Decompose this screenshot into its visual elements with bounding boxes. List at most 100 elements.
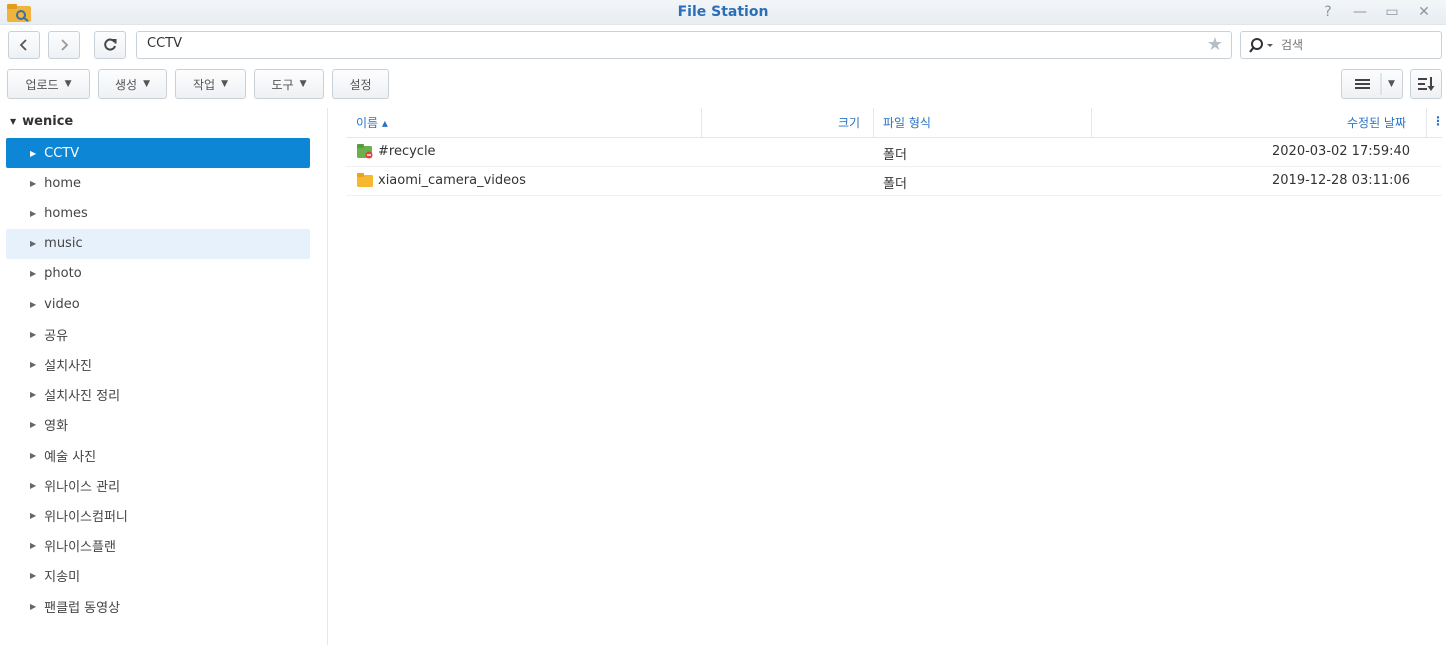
sidebar-item-label: 설치사진 정리 bbox=[44, 389, 121, 405]
sidebar-item-label: 설치사진 bbox=[44, 358, 92, 374]
file-name: #recycle bbox=[378, 144, 436, 159]
minimize-button[interactable]: — bbox=[1348, 2, 1372, 22]
sidebar-item-label: 팬클럽 동영상 bbox=[44, 600, 121, 616]
sort-icon bbox=[1418, 77, 1435, 91]
sidebar-item[interactable]: ▶ CCTV bbox=[6, 138, 310, 168]
caret-down-icon: ▼ bbox=[221, 79, 228, 89]
expand-arrow-icon[interactable]: ▶ bbox=[30, 360, 36, 369]
expand-arrow-icon[interactable]: ▶ bbox=[30, 420, 36, 429]
file-modified: 2020-03-02 17:59:40 bbox=[1272, 144, 1411, 159]
sidebar-item-label: homes bbox=[44, 205, 88, 221]
file-row[interactable]: #recycle 폴더 2020-03-02 17:59:40 bbox=[346, 138, 1442, 167]
sidebar-item[interactable]: ▶ 영화 bbox=[6, 410, 310, 440]
chevron-left-icon bbox=[19, 39, 27, 51]
sidebar-item-label: 위나이스 관리 bbox=[44, 479, 121, 495]
sidebar-item[interactable]: ▶ video bbox=[6, 289, 310, 319]
toolbar: 업로드 ▼ 생성 ▼ 작업 ▼ 도구 ▼ 설정 ▼ bbox=[0, 66, 1446, 102]
expand-caret-icon: ▼ bbox=[10, 117, 17, 126]
column-options-icon[interactable]: ⋮ bbox=[1432, 114, 1444, 128]
create-label: 생성 bbox=[114, 77, 138, 92]
settings-button[interactable]: 설정 bbox=[332, 69, 389, 99]
caret-down-icon: ▼ bbox=[143, 79, 150, 89]
column-size-header[interactable]: 크기 bbox=[838, 114, 860, 131]
expand-arrow-icon[interactable]: ▶ bbox=[30, 239, 36, 248]
sidebar-item[interactable]: ▶ home bbox=[6, 168, 310, 198]
expand-arrow-icon[interactable]: ▶ bbox=[30, 330, 36, 339]
create-button[interactable]: 생성 ▼ bbox=[98, 69, 167, 99]
title-bar: File Station ? — ▭ ✕ bbox=[0, 0, 1446, 25]
sidebar-item[interactable]: ▶ music bbox=[6, 228, 310, 259]
expand-arrow-icon[interactable]: ▶ bbox=[30, 209, 36, 218]
column-modified-header[interactable]: 수정된 날짜 bbox=[1347, 114, 1406, 131]
list-view-icon bbox=[1355, 73, 1382, 95]
expand-arrow-icon[interactable]: ▶ bbox=[30, 451, 36, 460]
sidebar-item-label: photo bbox=[44, 266, 82, 282]
caret-down-icon: ▼ bbox=[299, 79, 307, 89]
search-input[interactable] bbox=[1281, 36, 1431, 54]
expand-arrow-icon[interactable]: ▶ bbox=[30, 390, 36, 399]
sidebar-item-label: 공유 bbox=[44, 328, 69, 344]
search-icon[interactable] bbox=[1249, 37, 1277, 55]
folder-icon bbox=[357, 173, 373, 187]
expand-arrow-icon[interactable]: ▶ bbox=[30, 511, 36, 520]
folder-tree: ▼ wenice ▶ CCTV ▶ home ▶ homes ▶ music ▶ photo ▶ vi… bbox=[0, 108, 328, 645]
view-mode-caret-icon[interactable]: ▼ bbox=[1388, 79, 1395, 89]
expand-arrow-icon[interactable]: ▶ bbox=[30, 481, 36, 490]
search-box[interactable] bbox=[1240, 31, 1442, 59]
sidebar-item-label: 영화 bbox=[44, 419, 69, 435]
help-icon: ? bbox=[1324, 4, 1332, 20]
sidebar-item[interactable]: ▶ photo bbox=[6, 259, 310, 289]
sidebar-item[interactable]: ▶ 지송미 bbox=[6, 561, 310, 591]
sidebar-item[interactable]: ▶ 예술 사진 bbox=[6, 440, 310, 470]
action-label: 작업 bbox=[192, 77, 216, 92]
sidebar-item[interactable]: ▶ 공유 bbox=[6, 319, 310, 349]
sidebar-item[interactable]: ▶ 위나이스컴퍼니 bbox=[6, 500, 310, 530]
file-row[interactable]: xiaomi_camera_videos 폴더 2019-12-28 03:11:0… bbox=[346, 167, 1442, 196]
sidebar-item[interactable]: ▶ 설치사진 bbox=[6, 349, 310, 379]
tools-button[interactable]: 도구 ▼ bbox=[254, 69, 324, 99]
sidebar-item[interactable]: ▶ homes bbox=[6, 198, 310, 228]
expand-arrow-icon[interactable]: ▶ bbox=[30, 602, 36, 611]
path-field[interactable]: CCTV ★ bbox=[136, 31, 1232, 59]
tree-root[interactable]: ▼ wenice bbox=[10, 114, 73, 129]
sidebar-item-label: CCTV bbox=[44, 145, 80, 161]
back-button[interactable] bbox=[8, 31, 40, 59]
sidebar-item-label: home bbox=[44, 175, 82, 191]
file-type: 폴더 bbox=[883, 177, 907, 192]
expand-arrow-icon[interactable]: ▶ bbox=[30, 269, 36, 278]
caret-down-icon: ▼ bbox=[64, 79, 72, 89]
sidebar-item-label: 위나이스플랜 bbox=[44, 540, 116, 556]
upload-button[interactable]: 업로드 ▼ bbox=[7, 69, 90, 99]
file-type: 폴더 bbox=[883, 148, 907, 163]
sidebar-item-label: music bbox=[44, 236, 83, 252]
expand-arrow-icon[interactable]: ▶ bbox=[30, 179, 36, 188]
sidebar-item-label: video bbox=[44, 296, 80, 312]
sidebar-item[interactable]: ▶ 위나이스플랜 bbox=[6, 531, 310, 561]
tools-label: 도구 bbox=[271, 77, 294, 92]
path-text: CCTV bbox=[147, 36, 182, 51]
window-title: File Station bbox=[677, 4, 769, 20]
maximize-button[interactable]: ▭ bbox=[1380, 2, 1404, 22]
help-button[interactable]: ? bbox=[1316, 2, 1340, 22]
expand-arrow-icon[interactable]: ▶ bbox=[30, 571, 36, 580]
sidebar-item[interactable]: ▶ 팬클럽 동영상 bbox=[6, 591, 310, 621]
navigation-bar: CCTV ★ bbox=[0, 26, 1446, 64]
refresh-button[interactable] bbox=[94, 31, 126, 59]
view-mode-button[interactable]: ▼ bbox=[1341, 69, 1403, 99]
expand-arrow-icon[interactable]: ▶ bbox=[30, 300, 36, 309]
maximize-icon: ▭ bbox=[1385, 4, 1399, 20]
column-type-header[interactable]: 파일 형식 bbox=[883, 114, 931, 131]
forward-button[interactable] bbox=[48, 31, 80, 59]
sidebar-item[interactable]: ▶ 설치사진 정리 bbox=[6, 380, 310, 410]
file-name: xiaomi_camera_videos bbox=[378, 173, 526, 188]
action-button[interactable]: 작업 ▼ bbox=[175, 69, 246, 99]
chevron-right-icon bbox=[61, 39, 69, 51]
expand-arrow-icon[interactable]: ▶ bbox=[30, 149, 36, 158]
sidebar-item[interactable]: ▶ 위나이스 관리 bbox=[6, 470, 310, 500]
list-header: 이름 ▴ 크기 파일 형식 수정된 날짜 ⋮ bbox=[346, 108, 1444, 138]
column-name-header[interactable]: 이름 ▴ bbox=[356, 114, 388, 131]
expand-arrow-icon[interactable]: ▶ bbox=[30, 541, 36, 550]
close-button[interactable]: ✕ bbox=[1412, 2, 1436, 22]
sort-button[interactable] bbox=[1410, 69, 1442, 99]
favorite-star-icon[interactable]: ★ bbox=[1207, 35, 1223, 55]
